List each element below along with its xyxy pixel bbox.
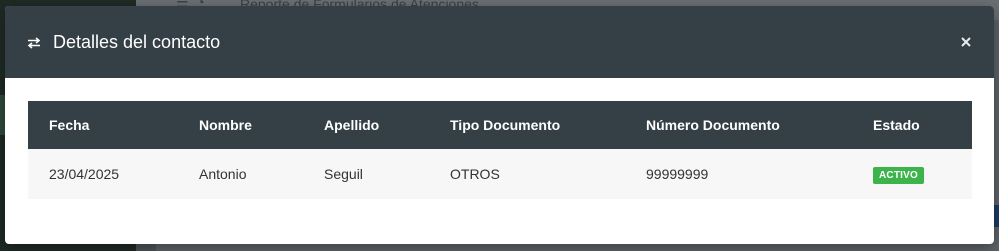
column-header-tipo-documento: Tipo Documento (450, 117, 561, 133)
column-header-fecha: Fecha (49, 117, 90, 133)
status-badge: ACTIVO (873, 166, 924, 184)
modal-header: Detalles del contacto (5, 6, 994, 78)
swap-arrows-icon (27, 36, 41, 49)
cell-fecha: 23/04/2025 (49, 166, 120, 182)
modal-body: Fecha Nombre Apellido Tipo Documento Núm… (5, 78, 994, 199)
contact-table: Fecha Nombre Apellido Tipo Documento Núm… (28, 101, 972, 199)
modal-title: Detalles del contacto (53, 31, 221, 52)
column-header-numero-documento: Número Documento (646, 117, 780, 133)
table-header-row: Fecha Nombre Apellido Tipo Documento Núm… (28, 101, 972, 149)
cell-apellido: Seguil (324, 166, 363, 182)
column-header-apellido: Apellido (324, 117, 380, 133)
cell-tipo-documento: OTROS (450, 166, 500, 182)
table-row: 23/04/2025 Antonio Seguil OTROS 99999999… (28, 149, 972, 199)
column-header-nombre: Nombre (199, 117, 252, 133)
contact-details-modal: Detalles del contacto Fecha Nombre Apell… (5, 6, 994, 244)
close-icon[interactable] (961, 37, 971, 47)
close-button[interactable] (958, 34, 974, 50)
cell-numero-documento: 99999999 (646, 166, 709, 182)
cell-estado: ACTIVO (852, 149, 972, 199)
cell-nombre: Antonio (199, 166, 247, 182)
column-header-estado: Estado (873, 117, 920, 133)
